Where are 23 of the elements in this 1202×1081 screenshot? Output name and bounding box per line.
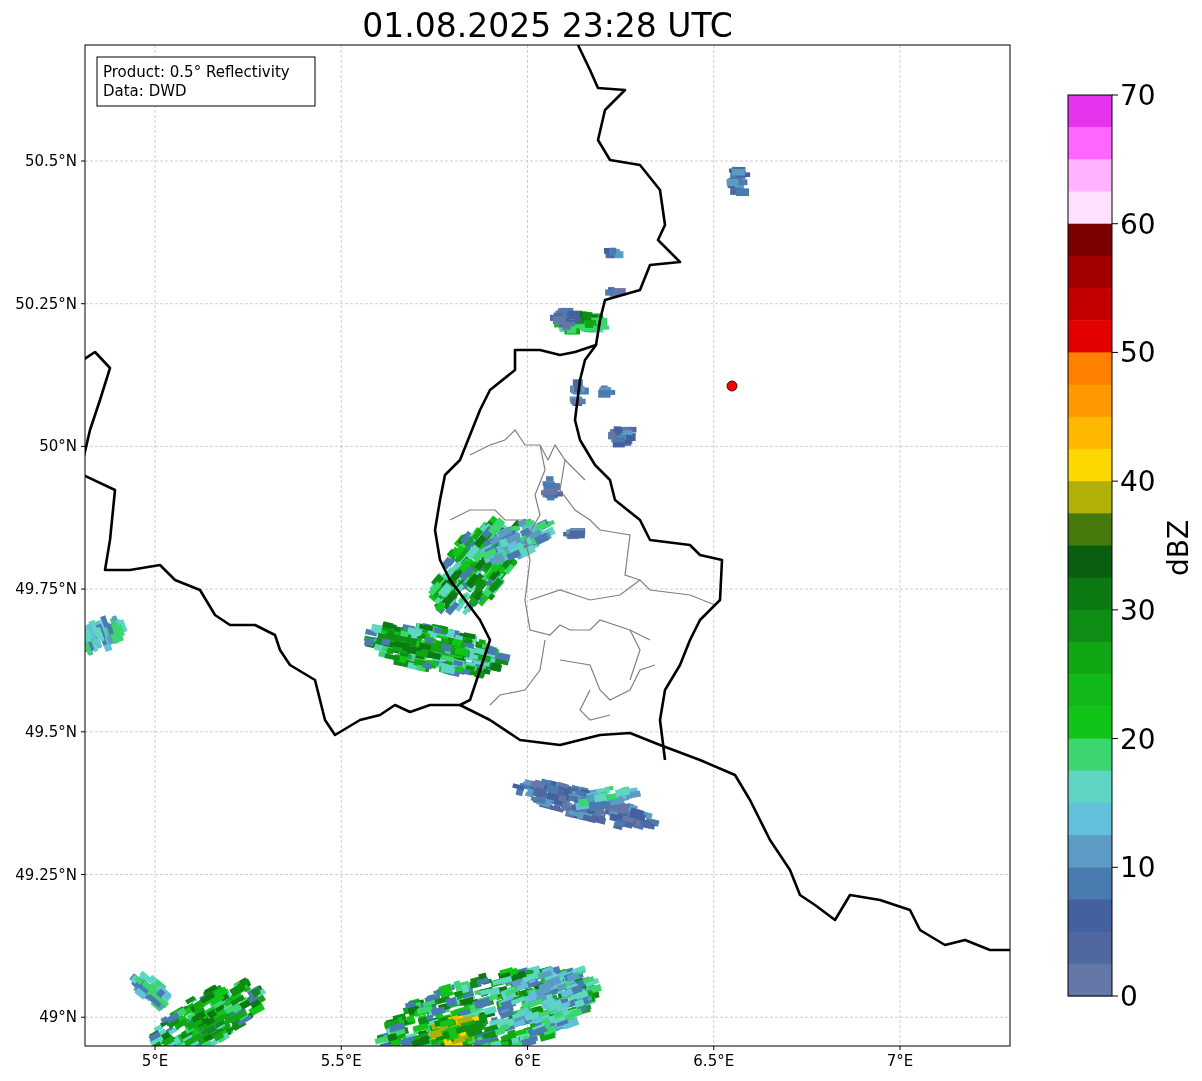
longitude-label: 5.5°E [320, 1052, 362, 1070]
colorbar-tick-label: 10 [1120, 851, 1156, 885]
longitude-label: 6.5°E [693, 1052, 735, 1070]
colorbar-tick-label: 50 [1120, 336, 1156, 370]
colorbar-tick-label: 20 [1120, 722, 1156, 756]
colorbar-tick-label: 60 [1120, 207, 1156, 241]
longitude-label: 5°E [141, 1052, 169, 1070]
latitude-label: 50°N [39, 437, 77, 456]
colorbar-tick-label: 70 [1120, 79, 1156, 112]
latitude-label: 49.5°N [24, 722, 77, 741]
colorbar-label: dBZ [1162, 519, 1195, 577]
longitude-label: 6°E [514, 1052, 541, 1070]
latitude-label: 49.75°N [15, 580, 77, 599]
colorbar-tick-label: 30 [1120, 593, 1156, 627]
latitude-label: 49.25°N [15, 865, 77, 884]
colorbar-tick-label: 40 [1120, 465, 1156, 499]
info-box: Product: 0.5° Reflectivity Data: DWD [96, 56, 316, 107]
latitude-label: 50.25°N [15, 294, 77, 313]
latitude-label: 50.5°N [24, 152, 77, 170]
colorbar-tick-label: 0 [1120, 980, 1138, 1013]
longitude-label: 7°E [886, 1052, 914, 1070]
chart-title: 01.08.2025 23:28 UTC [362, 6, 733, 45]
latitude-label: 49°N [39, 1008, 77, 1027]
